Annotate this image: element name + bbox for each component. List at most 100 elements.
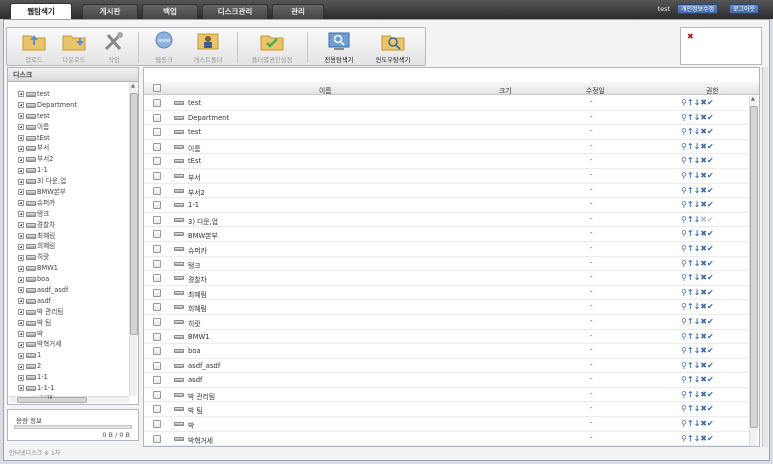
table-row[interactable]: asdf_asdf - ⚲↑↓✖✔ <box>144 359 749 374</box>
tree-node[interactable]: BMW1 <box>18 263 130 274</box>
delete-x-icon[interactable]: ✖ <box>700 259 707 268</box>
table-row[interactable]: 희혜림 - ⚲↑↓✖✔ <box>144 300 749 315</box>
row-checkbox[interactable] <box>153 274 161 283</box>
tree-node[interactable]: 부서2 <box>18 154 130 165</box>
tree-node[interactable]: boa <box>18 274 130 285</box>
check-icon[interactable]: ✔ <box>707 98 714 107</box>
check-icon[interactable]: ✔ <box>707 113 714 122</box>
expand-icon[interactable] <box>18 363 24 370</box>
expand-icon[interactable] <box>18 135 24 141</box>
expand-icon[interactable] <box>18 331 24 338</box>
expand-icon[interactable] <box>18 320 24 327</box>
delete-x-icon[interactable]: ✖ <box>700 156 707 165</box>
check-icon[interactable]: ✔ <box>707 244 714 253</box>
expand-icon[interactable] <box>18 287 24 294</box>
upload-arrow-icon[interactable]: ↑ <box>687 346 694 355</box>
expand-icon[interactable] <box>18 298 24 305</box>
delete-x-icon[interactable]: ✖ <box>700 98 707 107</box>
file-name[interactable]: 희혜림 <box>188 303 207 313</box>
row-checkbox[interactable] <box>153 347 161 356</box>
table-row[interactable]: 박 - ⚲↑↓✖✔ <box>144 417 749 432</box>
table-row[interactable]: 부서2 - ⚲↑↓✖✔ <box>144 184 749 199</box>
check-icon[interactable]: ✔ <box>707 156 714 165</box>
download-button[interactable]: 다운로드 <box>55 30 93 64</box>
upload-arrow-icon[interactable]: ↑ <box>687 171 694 180</box>
file-name[interactable]: asdf <box>188 376 202 384</box>
tree-node[interactable]: 3) 다운,업 <box>18 176 130 187</box>
check-icon[interactable]: ✔ <box>707 361 714 370</box>
upload-arrow-icon[interactable]: ↑ <box>687 404 694 413</box>
tree-node[interactable]: 1-1 <box>18 165 130 176</box>
delete-x-icon[interactable]: ✖ <box>700 171 707 180</box>
row-checkbox[interactable] <box>153 171 161 180</box>
tree-vertical-scrollbar[interactable]: ▲ <box>129 83 138 396</box>
upload-arrow-icon[interactable]: ↑ <box>687 361 694 370</box>
expand-icon[interactable] <box>18 113 24 120</box>
expand-icon[interactable] <box>18 254 24 261</box>
file-name[interactable]: 이름 <box>188 143 201 153</box>
upload-arrow-icon[interactable]: ↑ <box>687 419 694 428</box>
table-row[interactable]: 박 팀 - ⚲↑↓✖✔ <box>144 402 749 418</box>
file-name[interactable]: test <box>188 99 201 107</box>
table-row[interactable]: 이름 - ⚲↑↓✖✔ <box>144 140 749 155</box>
upload-button[interactable]: 업로드 <box>15 30 53 64</box>
upload-arrow-icon[interactable]: ↑ <box>687 288 694 297</box>
weblink-button[interactable]: www 웹링크 <box>145 30 183 64</box>
expand-icon[interactable] <box>18 91 24 98</box>
check-icon[interactable]: ✔ <box>707 317 714 326</box>
upload-arrow-icon[interactable]: ↑ <box>687 332 694 341</box>
tree-node[interactable]: test <box>18 89 130 100</box>
expand-icon[interactable] <box>18 341 24 348</box>
expand-icon[interactable] <box>18 374 24 381</box>
row-checkbox[interactable] <box>153 376 161 385</box>
check-icon[interactable]: ✔ <box>707 332 714 341</box>
expand-icon[interactable] <box>18 200 24 207</box>
table-row[interactable]: BMW본부 - ⚲↑↓✖✔ <box>144 227 749 242</box>
upload-arrow-icon[interactable]: ↑ <box>687 156 694 165</box>
upload-arrow-icon[interactable]: ↑ <box>687 200 694 209</box>
tree-hscroll-thumb[interactable]: III <box>17 395 87 403</box>
file-name[interactable]: boa <box>188 347 201 355</box>
file-name[interactable]: Department <box>188 114 229 122</box>
table-row[interactable]: test - ⚲↑↓✖✔ <box>144 96 749 111</box>
table-row[interactable]: tEst - ⚲↑↓✖✔ <box>144 154 749 169</box>
table-row[interactable]: 박혁거세 - ⚲↑↓✖✔ <box>144 432 749 446</box>
row-checkbox[interactable] <box>153 128 161 137</box>
check-icon[interactable]: ✔ <box>707 288 714 297</box>
check-icon[interactable]: ✔ <box>707 346 714 355</box>
delete-x-icon[interactable]: ✖ <box>700 127 707 136</box>
check-icon[interactable]: ✔ <box>707 171 714 180</box>
file-list-scroll-thumb[interactable] <box>750 106 758 428</box>
check-icon[interactable]: ✔ <box>707 273 714 282</box>
guest-folder-button[interactable]: 게스트폴더 <box>187 30 229 64</box>
expand-icon[interactable] <box>18 385 24 392</box>
delete-x-icon[interactable]: ✖ <box>700 361 707 370</box>
close-icon[interactable]: ✖ <box>687 32 694 41</box>
tree-node[interactable]: asdf <box>18 296 130 307</box>
tree-node[interactable]: 이름 <box>18 122 130 133</box>
upload-arrow-icon[interactable]: ↑ <box>687 229 694 238</box>
table-row[interactable]: 히랏 - ⚲↑↓✖✔ <box>144 315 749 330</box>
check-icon[interactable]: ✔ <box>707 259 714 268</box>
file-name[interactable]: 박 팀 <box>188 405 203 415</box>
file-name[interactable]: 탱크 <box>188 260 201 270</box>
folder-permission-button[interactable]: 폴더별권한설정 <box>245 30 299 64</box>
delete-x-icon[interactable]: ✖ <box>700 229 707 238</box>
tree-node[interactable]: 희혜림 <box>18 241 130 252</box>
tree-node[interactable]: 박 팀 <box>18 318 130 329</box>
delete-x-icon[interactable]: ✖ <box>700 142 707 151</box>
tree-node[interactable]: 박혁거세 <box>18 339 130 350</box>
upload-arrow-icon[interactable]: ↑ <box>687 186 694 195</box>
tree-node[interactable]: 경찰차 <box>18 220 130 231</box>
expand-icon[interactable] <box>18 102 24 109</box>
upload-arrow-icon[interactable]: ↑ <box>687 142 694 151</box>
file-list-scrollbar[interactable]: ▲ <box>749 96 758 446</box>
delete-x-icon[interactable]: ✖ <box>700 186 707 195</box>
check-icon[interactable]: ✔ <box>707 434 714 443</box>
table-row[interactable]: 부서 - ⚲↑↓✖✔ <box>144 169 749 184</box>
upload-arrow-icon[interactable]: ↑ <box>687 215 694 224</box>
upload-arrow-icon[interactable]: ↑ <box>687 244 694 253</box>
expand-icon[interactable] <box>18 167 24 174</box>
delete-x-icon[interactable]: ✖ <box>700 375 707 384</box>
file-name[interactable]: test <box>188 128 201 136</box>
